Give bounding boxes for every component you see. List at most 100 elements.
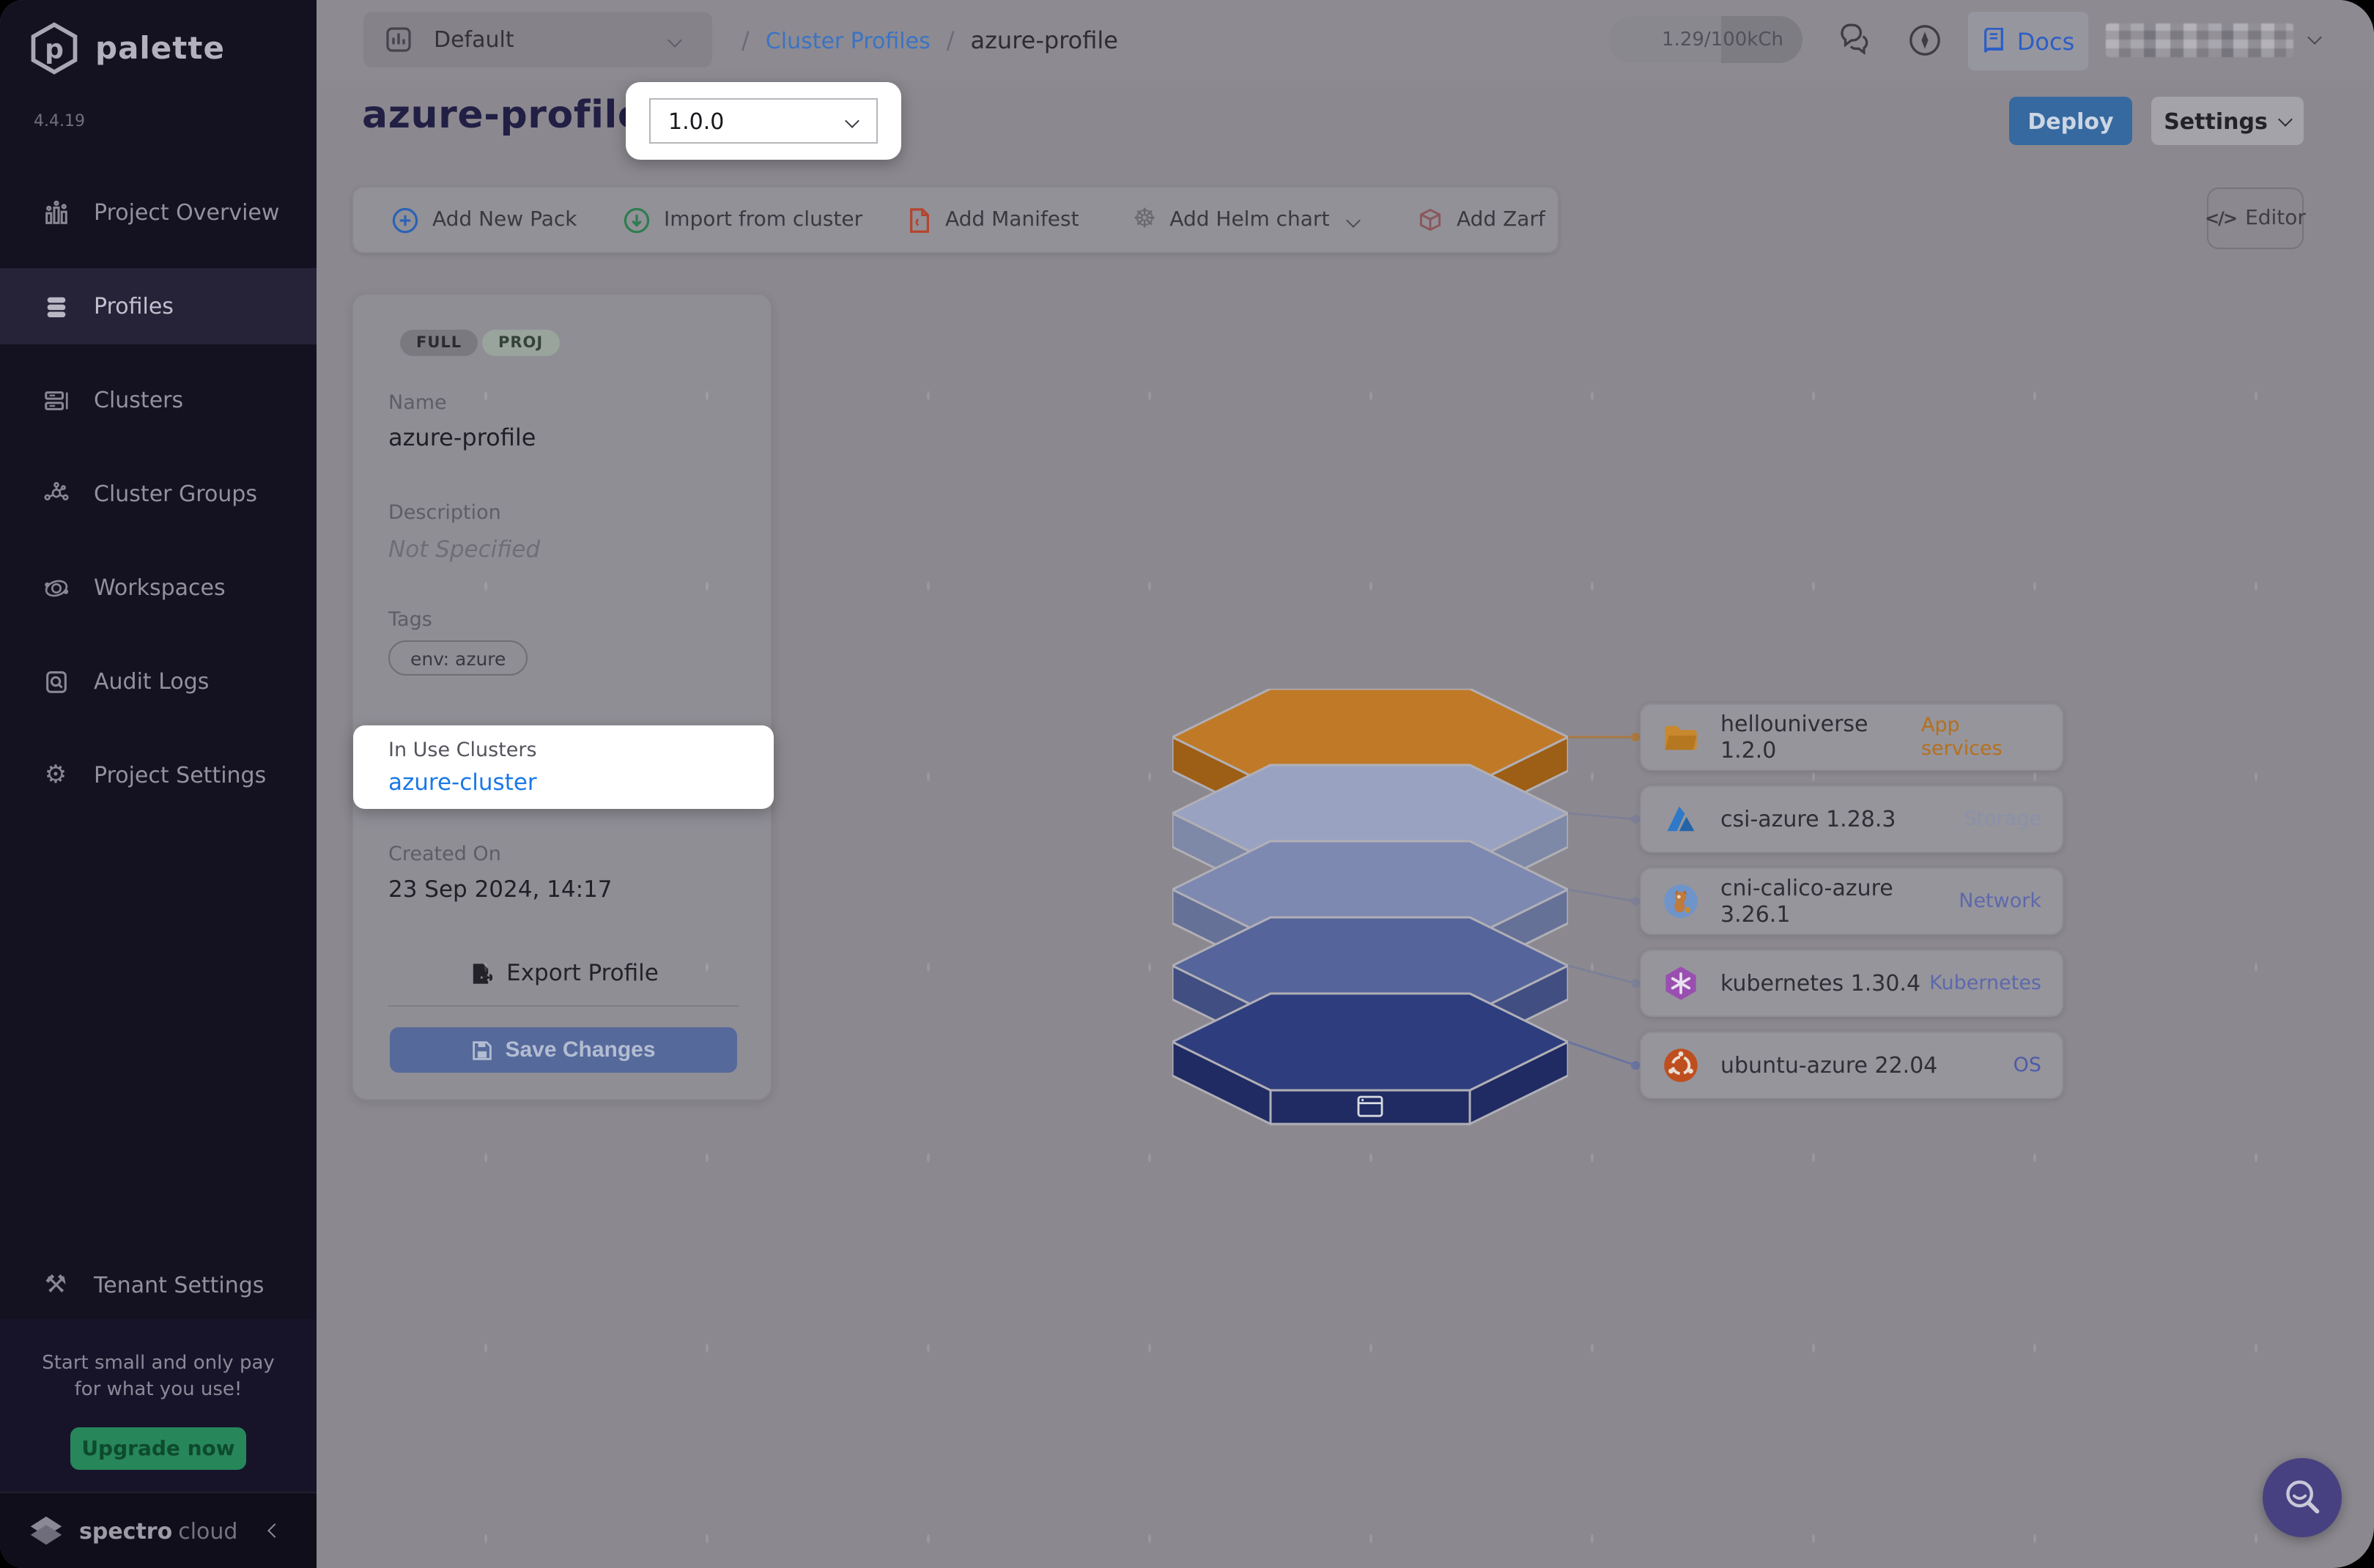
azure-icon <box>1662 800 1700 838</box>
sidebar-item-cluster-groups[interactable]: Cluster Groups <box>0 456 317 532</box>
app-window: p palette 4.4.19 Project Overview Profil… <box>0 0 2374 1568</box>
layer-connectors <box>1568 689 1640 1131</box>
chat-icon[interactable] <box>1836 22 1873 59</box>
stack-layer-os[interactable] <box>1172 994 1568 1124</box>
import-from-cluster-button[interactable]: Import from cluster <box>623 188 862 252</box>
folder-icon <box>1662 718 1700 756</box>
add-new-pack-button[interactable]: Add New Pack <box>391 188 577 252</box>
footer-brand: spectrocloud <box>79 1517 237 1544</box>
save-icon <box>471 1040 492 1060</box>
chevron-down-icon <box>1347 212 1361 227</box>
profile-version-select[interactable]: 1.0.0 <box>649 98 878 144</box>
sidebar-item-label: Audit Logs <box>94 668 209 695</box>
sidebar-item-label: Project Settings <box>94 762 266 788</box>
pack-category: App services <box>1921 714 2041 761</box>
sidebar-item-workspaces[interactable]: Workspaces <box>0 550 317 626</box>
compass-icon[interactable] <box>1907 22 1943 59</box>
brand-logo[interactable]: p palette <box>26 21 225 76</box>
calico-icon <box>1662 882 1700 920</box>
in-use-clusters-spotlight: In Use Clusters azure-cluster <box>353 725 774 809</box>
breadcrumb-cluster-profiles[interactable]: Cluster Profiles <box>766 27 931 53</box>
sidebar-item-project-settings[interactable]: ⚙ Project Settings <box>0 737 317 813</box>
sidebar-item-clusters[interactable]: Clusters <box>0 362 317 438</box>
book-icon <box>1982 27 2007 55</box>
promo-line1: Start small and only pay <box>0 1351 317 1377</box>
search-assistant-fab[interactable] <box>2263 1458 2342 1537</box>
pack-category: Storage <box>1964 807 2041 831</box>
search-smile-icon <box>2277 1473 2327 1523</box>
spectro-cloud-logo-icon <box>26 1511 66 1550</box>
pack-row-cni-calico-azure[interactable]: cni-calico-azure 3.26.1 Network <box>1640 868 2063 935</box>
collapse-sidebar-icon[interactable] <box>267 1523 282 1538</box>
tag-chip: env: azure <box>388 640 528 676</box>
chevron-down-icon <box>2279 112 2293 127</box>
in-use-cluster-link[interactable]: azure-cluster <box>388 769 537 796</box>
pack-name: ubuntu-azure 22.04 <box>1720 1052 1937 1079</box>
sidebar-item-project-overview[interactable]: Project Overview <box>0 174 317 251</box>
pack-row-csi-azure[interactable]: csi-azure 1.28.3 Storage <box>1640 785 2063 853</box>
sidebar-item-profiles[interactable]: Profiles <box>0 268 317 344</box>
settings-label: Settings <box>2164 108 2268 134</box>
add-new-pack-label: Add New Pack <box>432 208 577 232</box>
chevron-down-icon[interactable] <box>2307 30 2322 45</box>
sidebar-item-audit-logs[interactable]: Audit Logs <box>0 643 317 720</box>
kubernetes-icon <box>1662 964 1700 1002</box>
server-icon <box>41 385 70 415</box>
project-icon <box>384 25 413 54</box>
add-helm-chart-button[interactable]: ☸ Add Helm chart <box>1133 188 1358 252</box>
add-zarf-button[interactable]: Add Zarf <box>1417 188 1545 252</box>
sidebar-footer: spectrocloud <box>0 1492 317 1568</box>
pack-toolbar: Add New Pack Import from cluster Add Man… <box>352 186 1559 254</box>
save-changes-button[interactable]: Save Changes <box>390 1027 737 1073</box>
doc-search-icon <box>41 667 70 696</box>
svg-text:p: p <box>45 34 64 64</box>
docs-button[interactable]: Docs <box>1968 12 2088 70</box>
upgrade-now-button[interactable]: Upgrade now <box>70 1427 246 1470</box>
palette-logo-icon: p <box>26 21 82 76</box>
import-from-cluster-label: Import from cluster <box>664 208 862 232</box>
editor-button[interactable]: </> Editor <box>2207 188 2304 249</box>
editor-label: Editor <box>2245 207 2306 230</box>
sidebar-item-label: Profiles <box>94 293 174 319</box>
pack-row-kubernetes[interactable]: kubernetes 1.30.4 Kubernetes <box>1640 950 2063 1017</box>
chevron-down-icon <box>668 32 682 47</box>
description-label: Description <box>388 501 501 525</box>
pack-category: Kubernetes <box>1929 972 2041 995</box>
code-icon: </> <box>2205 208 2236 229</box>
pack-name: kubernetes 1.30.4 <box>1720 970 1920 996</box>
add-helm-chart-label: Add Helm chart <box>1169 208 1329 232</box>
created-on-label: Created On <box>388 843 501 866</box>
settings-button[interactable]: Settings <box>2151 97 2304 145</box>
pack-row-ubuntu-azure[interactable]: ubuntu-azure 22.04 OS <box>1640 1032 2063 1099</box>
upgrade-promo: Start small and only pay for what you us… <box>0 1319 317 1492</box>
usage-quota-badge: 1.29/100kCh <box>1609 16 1802 63</box>
sidebar-item-label: Workspaces <box>94 574 226 601</box>
version-spotlight: 1.0.0 <box>626 82 901 160</box>
nodes-icon <box>41 479 70 509</box>
add-manifest-button[interactable]: Add Manifest <box>907 188 1079 252</box>
in-use-clusters-label: In Use Clusters <box>388 739 537 762</box>
usage-quota-value: 1.29/100kCh <box>1662 29 1783 51</box>
app-name: palette <box>95 31 225 66</box>
zarf-package-icon <box>1417 207 1443 233</box>
sidebar-item-tenant-settings[interactable]: ⚒ Tenant Settings <box>0 1247 317 1323</box>
sidebar-item-label: Clusters <box>94 387 183 413</box>
export-profile-button[interactable]: Export Profile <box>353 954 774 992</box>
ubuntu-icon <box>1662 1046 1700 1084</box>
pack-name: csi-azure 1.28.3 <box>1720 806 1896 832</box>
divider <box>388 1005 739 1007</box>
project-scope-dropdown[interactable]: Default <box>363 12 712 67</box>
manifest-file-icon <box>907 206 932 234</box>
sidebar-item-label: Cluster Groups <box>94 481 257 507</box>
sidebar-item-label: Project Overview <box>94 199 279 226</box>
page-title: azure-profile <box>362 94 644 138</box>
save-changes-label: Save Changes <box>505 1038 655 1062</box>
screenshot-viewport: p palette 4.4.19 Project Overview Profil… <box>0 0 2374 1568</box>
pack-row-hellouniverse[interactable]: hellouniverse 1.2.0 App services <box>1640 703 2063 771</box>
breadcrumb-current: azure-profile <box>971 26 1118 54</box>
pack-name: cni-calico-azure 3.26.1 <box>1720 875 1959 928</box>
deploy-button[interactable]: Deploy <box>2009 97 2132 145</box>
user-menu-blurred-name[interactable] <box>2106 23 2293 57</box>
export-file-icon <box>468 961 492 985</box>
sidebar: p palette 4.4.19 Project Overview Profil… <box>0 0 317 1568</box>
